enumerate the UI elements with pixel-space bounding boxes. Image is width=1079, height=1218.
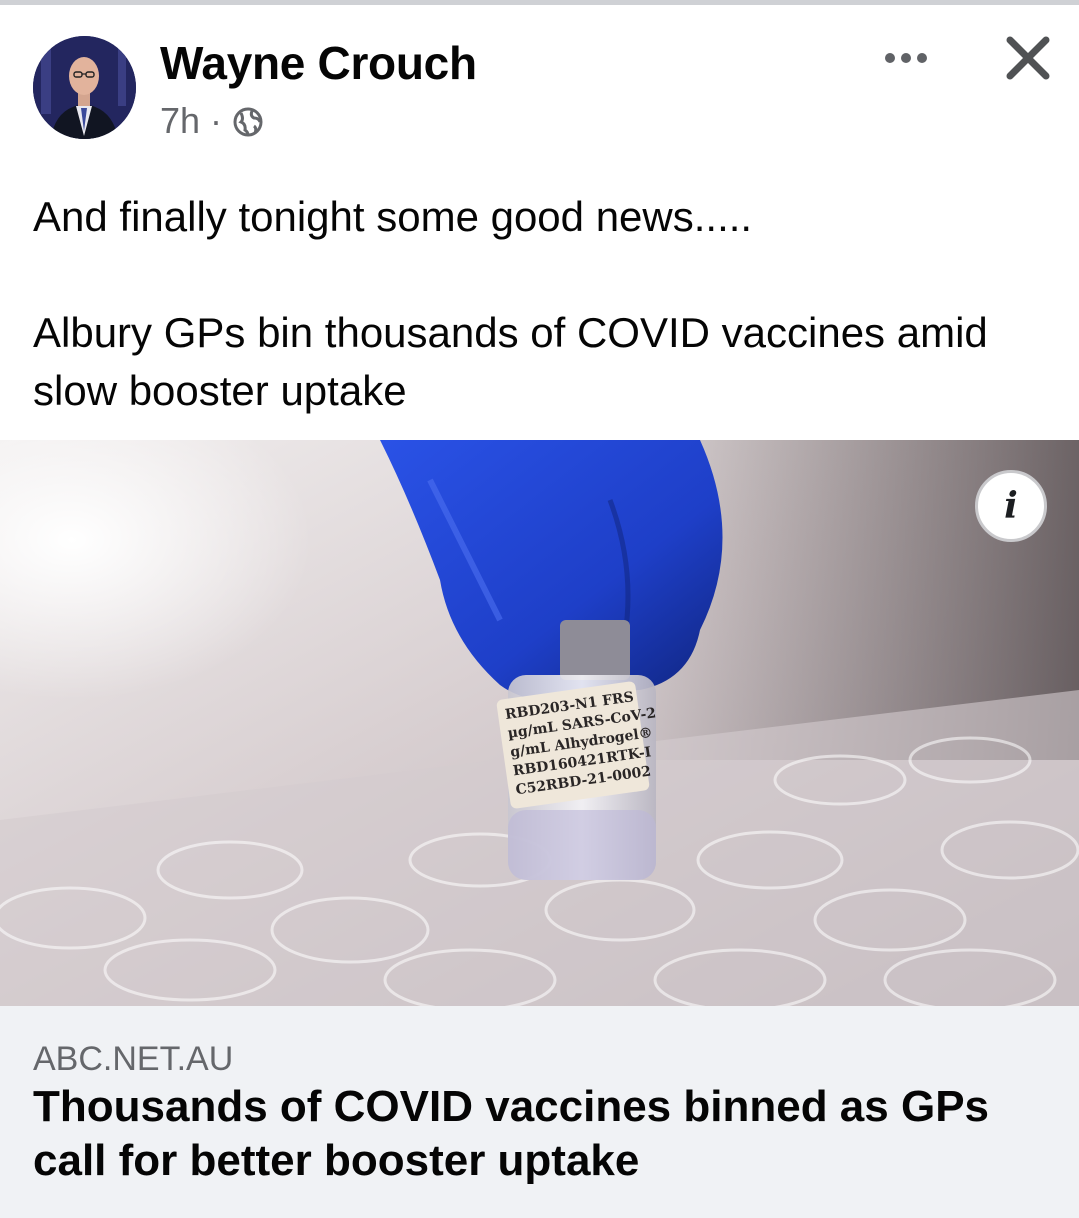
more-options-icon[interactable] bbox=[878, 38, 934, 78]
post-text-line: Albury GPs bin thousands of COVID vaccin… bbox=[33, 309, 988, 414]
post-meta: 7h · bbox=[160, 100, 264, 142]
author-name[interactable]: Wayne Crouch bbox=[160, 36, 477, 90]
more-dot bbox=[901, 53, 911, 63]
meta-separator: · bbox=[210, 100, 223, 141]
link-preview-image[interactable]: RBD203-N1 FRS µg/mL SARS-CoV-2 g/mL Alhy… bbox=[0, 440, 1079, 1006]
close-icon[interactable] bbox=[1000, 30, 1056, 86]
more-dot bbox=[885, 53, 895, 63]
more-dot bbox=[917, 53, 927, 63]
link-domain: ABC.NET.AU bbox=[33, 1040, 234, 1078]
link-title[interactable]: Thousands of COVID vaccines binned as GP… bbox=[33, 1080, 1063, 1188]
post-text-line: And finally tonight some good news..... bbox=[33, 193, 753, 240]
post-time[interactable]: 7h bbox=[160, 100, 200, 142]
post-body: And finally tonight some good news..... … bbox=[33, 188, 1043, 420]
avatar[interactable] bbox=[33, 36, 136, 139]
globe-icon[interactable] bbox=[232, 105, 264, 137]
info-icon[interactable]: i bbox=[975, 470, 1047, 542]
